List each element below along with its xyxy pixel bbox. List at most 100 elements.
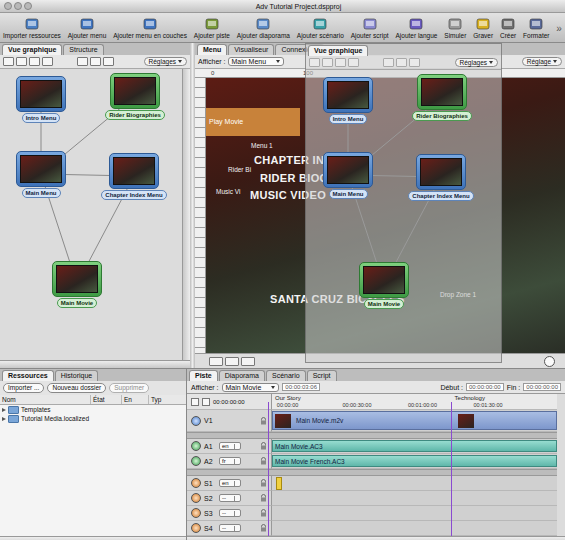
window-control-icon[interactable] xyxy=(24,2,32,10)
disclosure-icon[interactable] xyxy=(2,417,6,421)
settings-dropdown[interactable]: Réglages xyxy=(144,57,187,66)
track-enable-icon[interactable] xyxy=(191,523,201,533)
toolbar-button[interactable]: Ajouter langue xyxy=(396,18,438,40)
graph-node[interactable]: Chapter Index Menu xyxy=(409,154,473,201)
zoom-button-icon[interactable] xyxy=(103,57,114,66)
track-lane[interactable] xyxy=(272,521,557,536)
toolbar-button[interactable]: Importer ressources xyxy=(3,18,61,40)
language-select[interactable]: -- xyxy=(219,509,241,517)
safe-area-icon[interactable] xyxy=(544,356,555,367)
zoom-button-icon[interactable] xyxy=(202,398,210,406)
floating-graph-window[interactable]: Vue graphiqueRéglagesIntro MenuRider Bio… xyxy=(305,43,502,363)
horizontal-scrollbar[interactable] xyxy=(187,536,565,540)
end-field[interactable]: 00:00:00:00 xyxy=(523,383,561,391)
tab[interactable]: Menu xyxy=(197,44,227,55)
view-button-icon[interactable] xyxy=(29,57,40,66)
toolbar-button[interactable]: Ajouter scénario xyxy=(297,18,344,40)
toolbar-button[interactable]: Formater xyxy=(523,18,549,40)
window-control-icon[interactable] xyxy=(14,2,22,10)
view-button-icon[interactable] xyxy=(322,58,333,67)
view-button-icon[interactable] xyxy=(16,57,27,66)
track-enable-icon[interactable] xyxy=(191,508,201,518)
zoom-button-icon[interactable] xyxy=(77,57,88,66)
track-enable-icon[interactable] xyxy=(191,416,201,426)
graph-node[interactable]: Intro Menu xyxy=(9,76,73,123)
track-enable-icon[interactable] xyxy=(191,478,201,488)
time-ruler[interactable]: Our StoryTechnology00:00:0000:00:30:0000… xyxy=(272,394,557,410)
clip[interactable]: Main Movie.AC3 xyxy=(272,440,557,452)
tab[interactable]: Historique xyxy=(55,370,99,381)
tab[interactable]: Scénario xyxy=(266,370,306,381)
toolbar-button[interactable]: Ajouter menu xyxy=(68,18,107,40)
language-select[interactable]: fr xyxy=(219,457,241,465)
toolbar-overflow-button[interactable]: » xyxy=(556,23,562,40)
graph-node[interactable]: Intro Menu xyxy=(316,77,380,124)
table-row[interactable]: Templates xyxy=(0,405,186,414)
table-row[interactable]: Tutorial Media.localized xyxy=(0,414,186,423)
zoom-button-icon[interactable] xyxy=(396,58,407,67)
toolbar-button[interactable]: Ajouter script xyxy=(351,18,389,40)
track-select[interactable]: Main Movie xyxy=(222,383,280,392)
graph-node[interactable]: Chapter Index Menu xyxy=(102,153,166,200)
track-lane[interactable] xyxy=(272,491,557,506)
disclosure-icon[interactable] xyxy=(2,408,6,412)
vertical-scrollbar[interactable] xyxy=(182,69,190,360)
chapter-marker[interactable]: Technology xyxy=(452,394,485,402)
horizontal-scrollbar[interactable] xyxy=(0,536,186,540)
zoom-button-icon[interactable] xyxy=(409,58,420,67)
menu-select[interactable]: Main Menu xyxy=(228,57,285,66)
lock-icon[interactable] xyxy=(260,509,267,517)
tab[interactable]: Ressources xyxy=(2,370,54,381)
toolbar-button[interactable]: Ajouter diaporama xyxy=(237,18,290,40)
graph-node[interactable]: Rider Biographies xyxy=(103,73,167,120)
track-lane[interactable]: Main Movie French.AC3 xyxy=(272,454,557,469)
tab[interactable]: Diaporama xyxy=(219,370,265,381)
column-header[interactable]: En xyxy=(122,395,149,404)
menu-item[interactable]: Rider Bi xyxy=(228,166,251,174)
settings-dropdown[interactable]: Réglage xyxy=(522,57,562,66)
settings-dropdown[interactable]: Réglages xyxy=(455,58,498,67)
track-enable-icon[interactable] xyxy=(191,441,201,451)
lock-icon[interactable] xyxy=(260,442,267,450)
lock-icon[interactable] xyxy=(260,494,267,502)
track-lane[interactable] xyxy=(272,476,557,491)
lock-icon[interactable] xyxy=(260,524,267,532)
toolbar-button[interactable]: Ajouter piste xyxy=(194,18,230,40)
zoom-button-icon[interactable] xyxy=(90,57,101,66)
clip[interactable]: Main Movie French.AC3 xyxy=(272,455,557,467)
subtitle-clip[interactable] xyxy=(276,477,282,490)
track-enable-icon[interactable] xyxy=(191,493,201,503)
tab[interactable]: Visualiseur xyxy=(228,44,274,55)
column-header[interactable]: État xyxy=(91,395,122,404)
column-header[interactable]: Typ xyxy=(149,395,186,404)
chapter-marker[interactable]: Our Story xyxy=(272,394,301,402)
view-button-icon[interactable] xyxy=(42,57,53,66)
view-button-icon[interactable] xyxy=(309,58,320,67)
view-button-icon[interactable] xyxy=(335,58,346,67)
lock-icon[interactable] xyxy=(260,479,267,487)
track-lane[interactable]: Main Movie.m2v xyxy=(272,410,557,432)
window-control-icon[interactable] xyxy=(4,2,12,10)
graph-node[interactable]: Main Menu xyxy=(9,151,73,198)
assets-button[interactable]: Importer ... xyxy=(3,383,44,393)
view-button-icon[interactable] xyxy=(348,58,359,67)
zoom-button-icon[interactable] xyxy=(191,398,199,406)
layer-button-icon[interactable] xyxy=(225,357,239,366)
clip[interactable]: Main Movie.m2v xyxy=(272,411,557,430)
tab[interactable]: Piste xyxy=(189,370,218,381)
language-select[interactable]: -- xyxy=(219,524,241,532)
toolbar-button[interactable]: Ajouter menu en couches xyxy=(113,18,187,40)
tab[interactable]: Vue graphique xyxy=(2,44,62,55)
horizontal-scrollbar[interactable] xyxy=(0,360,190,368)
layer-button-icon[interactable] xyxy=(241,357,255,366)
graph-node[interactable]: Main Movie xyxy=(352,262,416,309)
lock-icon[interactable] xyxy=(260,457,267,465)
menu-item[interactable]: Music Vi xyxy=(216,188,240,196)
tab[interactable]: Script xyxy=(307,370,337,381)
language-select[interactable]: en xyxy=(219,442,241,450)
menu-item[interactable]: Play Movie xyxy=(206,108,300,136)
menu-item[interactable]: Menu 1 xyxy=(251,142,273,150)
track-lane[interactable]: Main Movie.AC3 xyxy=(272,439,557,454)
toolbar-button[interactable]: Créer xyxy=(500,18,516,40)
timecode-field[interactable]: 00:00:03:06 xyxy=(282,383,320,391)
